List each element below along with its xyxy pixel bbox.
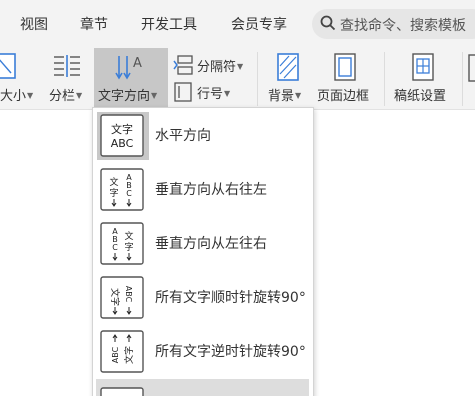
- svg-text:A: A: [133, 56, 142, 71]
- page-size-icon: [0, 53, 16, 79]
- svg-text:C: C: [112, 243, 118, 252]
- menu-item-label: 所有文字逆时针旋转90°: [155, 344, 306, 360]
- chevron-down-icon: ▼: [27, 91, 34, 100]
- background-button[interactable]: 背景▼: [264, 48, 312, 110]
- tab-view[interactable]: 视图: [20, 14, 48, 34]
- svg-text:文字: 文字: [111, 122, 133, 136]
- search-icon: [320, 15, 336, 31]
- columns-label: 分栏: [49, 89, 76, 104]
- columns-icon: [54, 55, 80, 77]
- page-border-button[interactable]: 页面边框: [314, 48, 378, 110]
- svg-text:ABC: ABC: [124, 286, 133, 303]
- text-direction-dropdown: 文字 ABC 水平方向 文 字 A B C 垂直方向从右往左 A B C 文 字…: [92, 107, 314, 396]
- manuscript-icon: [412, 53, 434, 81]
- menu-item-horizontal[interactable]: 文字 ABC 水平方向: [93, 108, 313, 162]
- chevron-down-icon: ▼: [295, 91, 302, 100]
- text-direction-label: 文字方向: [98, 89, 151, 104]
- svg-text:字: 字: [109, 187, 118, 199]
- rotate-ccw-icon: ABC 文字: [100, 330, 144, 373]
- menu-item-label: 垂直方向从左往右: [155, 236, 267, 252]
- menu-item-label: 水平方向: [155, 128, 211, 144]
- menu-tab-bar: 视图 章节 开发工具 会员专享 查找命令、搜索模板: [0, 0, 475, 48]
- svg-text:文: 文: [109, 176, 118, 188]
- svg-text:文字: 文字: [109, 288, 121, 306]
- menu-item-label: 垂直方向从右往左: [155, 182, 267, 198]
- menu-item-label: 所有文字顺时针旋转90°: [155, 290, 306, 306]
- page-border-icon: [334, 53, 356, 81]
- separator-icon: [173, 55, 193, 75]
- separator-label: 分隔符: [197, 60, 237, 75]
- manuscript-label: 稿纸设置: [394, 89, 447, 104]
- svg-text:C: C: [126, 189, 132, 198]
- chevron-down-icon: ▼: [151, 91, 158, 100]
- menu-item-rotate-counterclockwise[interactable]: ABC 文字 所有文字逆时针旋转90°: [93, 324, 313, 378]
- manuscript-settings-button[interactable]: 稿纸设置: [390, 48, 454, 110]
- ribbon-divider: [462, 52, 463, 106]
- text-direction-button[interactable]: A 文字方向▼: [94, 48, 168, 110]
- background-label: 背景: [268, 89, 295, 104]
- svg-text:字: 字: [124, 241, 133, 253]
- svg-text:文: 文: [124, 230, 133, 242]
- vertical-rtl-icon: 文 字 A B C: [100, 168, 144, 211]
- line-number-button[interactable]: 行号▼: [173, 80, 253, 104]
- ribbon-divider: [257, 52, 258, 106]
- chevron-down-icon: ▼: [237, 62, 244, 71]
- chevron-down-icon: ▼: [76, 91, 83, 100]
- menu-item-partial[interactable]: [96, 379, 309, 396]
- tab-developer-tools[interactable]: 开发工具: [141, 14, 197, 34]
- menu-item-vertical-ltr[interactable]: A B C 文 字 垂直方向从左往右: [93, 216, 313, 270]
- search-input[interactable]: 查找命令、搜索模板: [340, 15, 466, 35]
- size-button[interactable]: 大小▼: [0, 48, 44, 110]
- menu-item-rotate-clockwise[interactable]: 文字 ABC 所有文字顺时针旋转90°: [93, 270, 313, 324]
- svg-text:ABC: ABC: [111, 346, 120, 363]
- columns-button[interactable]: 分栏▼: [46, 48, 90, 110]
- tab-member[interactable]: 会员专享: [231, 14, 287, 34]
- line-number-label: 行号: [197, 87, 224, 102]
- chevron-down-icon: ▼: [224, 89, 231, 98]
- tab-chapter[interactable]: 章节: [80, 14, 108, 34]
- separator-button[interactable]: 分隔符▼: [173, 53, 253, 77]
- horizontal-text-icon: 文字 ABC: [100, 114, 144, 157]
- vertical-ltr-icon: A B C 文 字: [100, 222, 144, 265]
- size-label: 大小: [0, 89, 27, 104]
- line-number-icon: [174, 82, 192, 102]
- search-box[interactable]: 查找命令、搜索模板: [312, 9, 475, 39]
- partial-item-icon: [100, 387, 144, 396]
- text-direction-icon: A: [115, 56, 142, 80]
- cut-off-tool-icon: [468, 54, 475, 82]
- svg-text:文字: 文字: [123, 346, 135, 364]
- svg-text:ABC: ABC: [111, 137, 134, 150]
- menu-item-vertical-rtl[interactable]: 文 字 A B C 垂直方向从右往左: [93, 162, 313, 216]
- background-icon: [277, 53, 299, 81]
- rotate-cw-icon: 文字 ABC: [100, 276, 144, 319]
- page-border-label: 页面边框: [317, 89, 370, 104]
- ribbon-divider: [384, 52, 385, 106]
